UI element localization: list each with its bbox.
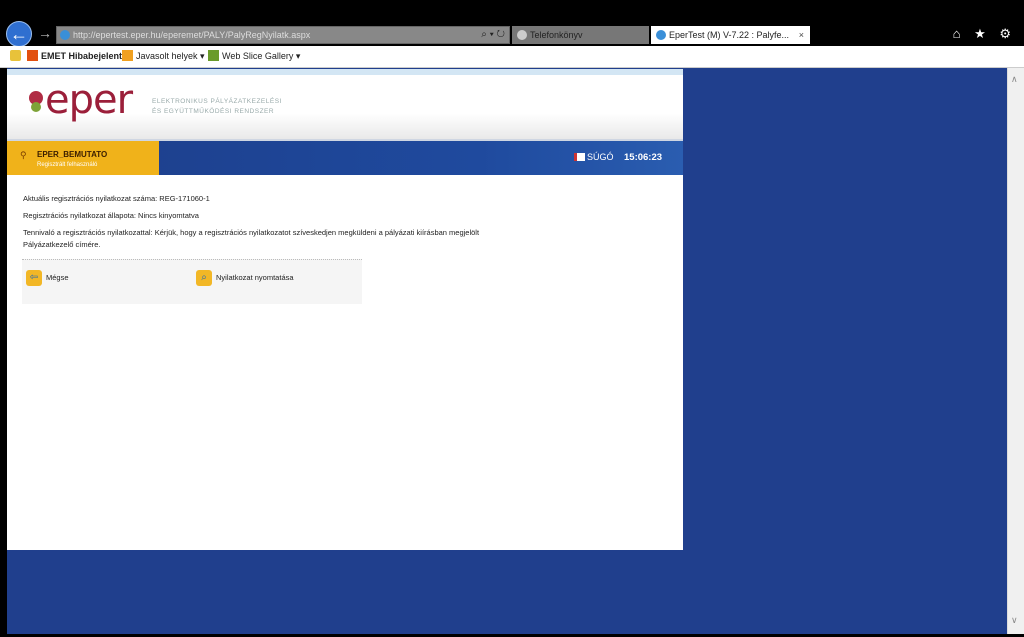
back-arrow-icon[interactable]: ←: [6, 21, 32, 47]
forward-arrow-icon[interactable]: →: [38, 25, 52, 41]
fav-emet-hibabejelento[interactable]: EMET Hibabejelentő: [27, 50, 128, 62]
tab-label: Telefonkönyv: [530, 30, 583, 40]
help-book-icon[interactable]: [574, 153, 585, 161]
tab-telefonkonyv[interactable]: Telefonkönyv: [512, 26, 649, 44]
tab-ie-icon: [656, 30, 666, 40]
fav-emet-icon: [27, 50, 38, 61]
scroll-down-icon[interactable]: ∨: [1011, 615, 1018, 626]
vertical-scrollbar[interactable]: ∧ ∨: [1007, 68, 1024, 634]
fav-label: Javasolt helyek ▾: [136, 51, 205, 61]
reg-number-text: Aktuális regisztrációs nyilatkozat száma…: [23, 194, 210, 203]
back-arrow-icon: ⇦: [26, 270, 42, 286]
fav-label: EMET Hibabejelentő: [41, 51, 128, 61]
favorites-star-icon[interactable]: [10, 50, 24, 62]
ie-page-icon: [60, 30, 70, 40]
todo-text: Tennivaló a regisztrációs nyilatkozattal…: [23, 228, 480, 249]
logo-subtitle-line-2: ÉS EGYÜTTMŰKÖDÉSI RENDSZER: [152, 108, 275, 115]
fav-web-slice-gallery[interactable]: Web Slice Gallery ▾: [208, 50, 300, 62]
help-link[interactable]: SÚGÓ: [587, 152, 614, 162]
logo-subtitle: ELEKTRONIKUS PÁLYÁZATKEZELÉSI ÉS EGYÜTTM…: [152, 97, 282, 117]
user-name: EPER_BEMUTATO: [37, 150, 108, 159]
tab-epertest[interactable]: EperTest (M) V-7.22 : Palyfe... ×: [651, 26, 810, 44]
address-url: http://epertest.eper.hu/eperemet/PALY/Pa…: [73, 30, 311, 40]
logo-leaf-icon: [31, 102, 41, 112]
app-content: eper ELEKTRONIKUS PÁLYÁZATKEZELÉSI ÉS EG…: [7, 69, 683, 550]
cancel-label: Mégse: [46, 273, 69, 282]
print-label: Nyilatkozat nyomtatása: [216, 273, 294, 282]
browser-chrome: ← → http://epertest.eper.hu/eperemet/PAL…: [0, 0, 1024, 47]
reg-status-text: Regisztrációs nyilatkozat állapota: Ninc…: [23, 211, 199, 220]
fav-javasolt-icon: [122, 50, 133, 61]
action-panel: ⇦ Mégse ⌕ Nyilatkozat nyomtatása: [22, 259, 362, 304]
cancel-button[interactable]: ⇦ Mégse: [24, 269, 69, 287]
clock: 15:06:23: [624, 152, 663, 163]
tab-globe-icon: [517, 30, 527, 40]
print-declaration-button[interactable]: ⌕ Nyilatkozat nyomtatása: [194, 269, 294, 287]
tab-label: EperTest (M) V-7.22 : Palyfe...: [669, 30, 790, 40]
logo-subtitle-line-1: ELEKTRONIKUS PÁLYÁZATKEZELÉSI: [152, 98, 282, 105]
scroll-up-icon[interactable]: ∧: [1011, 74, 1018, 85]
address-bar[interactable]: http://epertest.eper.hu/eperemet/PALY/Pa…: [56, 26, 510, 44]
user-bar: ⚲ EPER_BEMUTATO Regisztrált felhasználó …: [7, 139, 683, 175]
eper-logo[interactable]: eper: [45, 77, 133, 123]
favorites-bar: EMET Hibabejelentő Javasolt helyek ▾ Web…: [0, 46, 1024, 68]
fav-javasolt-helyek[interactable]: Javasolt helyek ▾: [122, 50, 205, 62]
user-box[interactable]: ⚲ EPER_BEMUTATO Regisztrált felhasználó: [7, 141, 159, 175]
address-controls-icon[interactable]: ⌕ ▾ ↻: [481, 27, 505, 43]
fav-label: Web Slice Gallery ▾: [222, 51, 301, 61]
tab-close-icon[interactable]: ×: [799, 26, 804, 44]
fav-webslice-icon: [208, 50, 219, 61]
home-star-gear-icons[interactable]: ⌂ ★ ⚙: [953, 26, 1016, 42]
user-role: Regisztrált felhasználó: [37, 162, 98, 168]
magnifier-print-icon: ⌕: [196, 270, 212, 286]
user-icon: ⚲: [20, 150, 27, 160]
app-header: eper ELEKTRONIKUS PÁLYÁZATKEZELÉSI ÉS EG…: [7, 75, 683, 139]
